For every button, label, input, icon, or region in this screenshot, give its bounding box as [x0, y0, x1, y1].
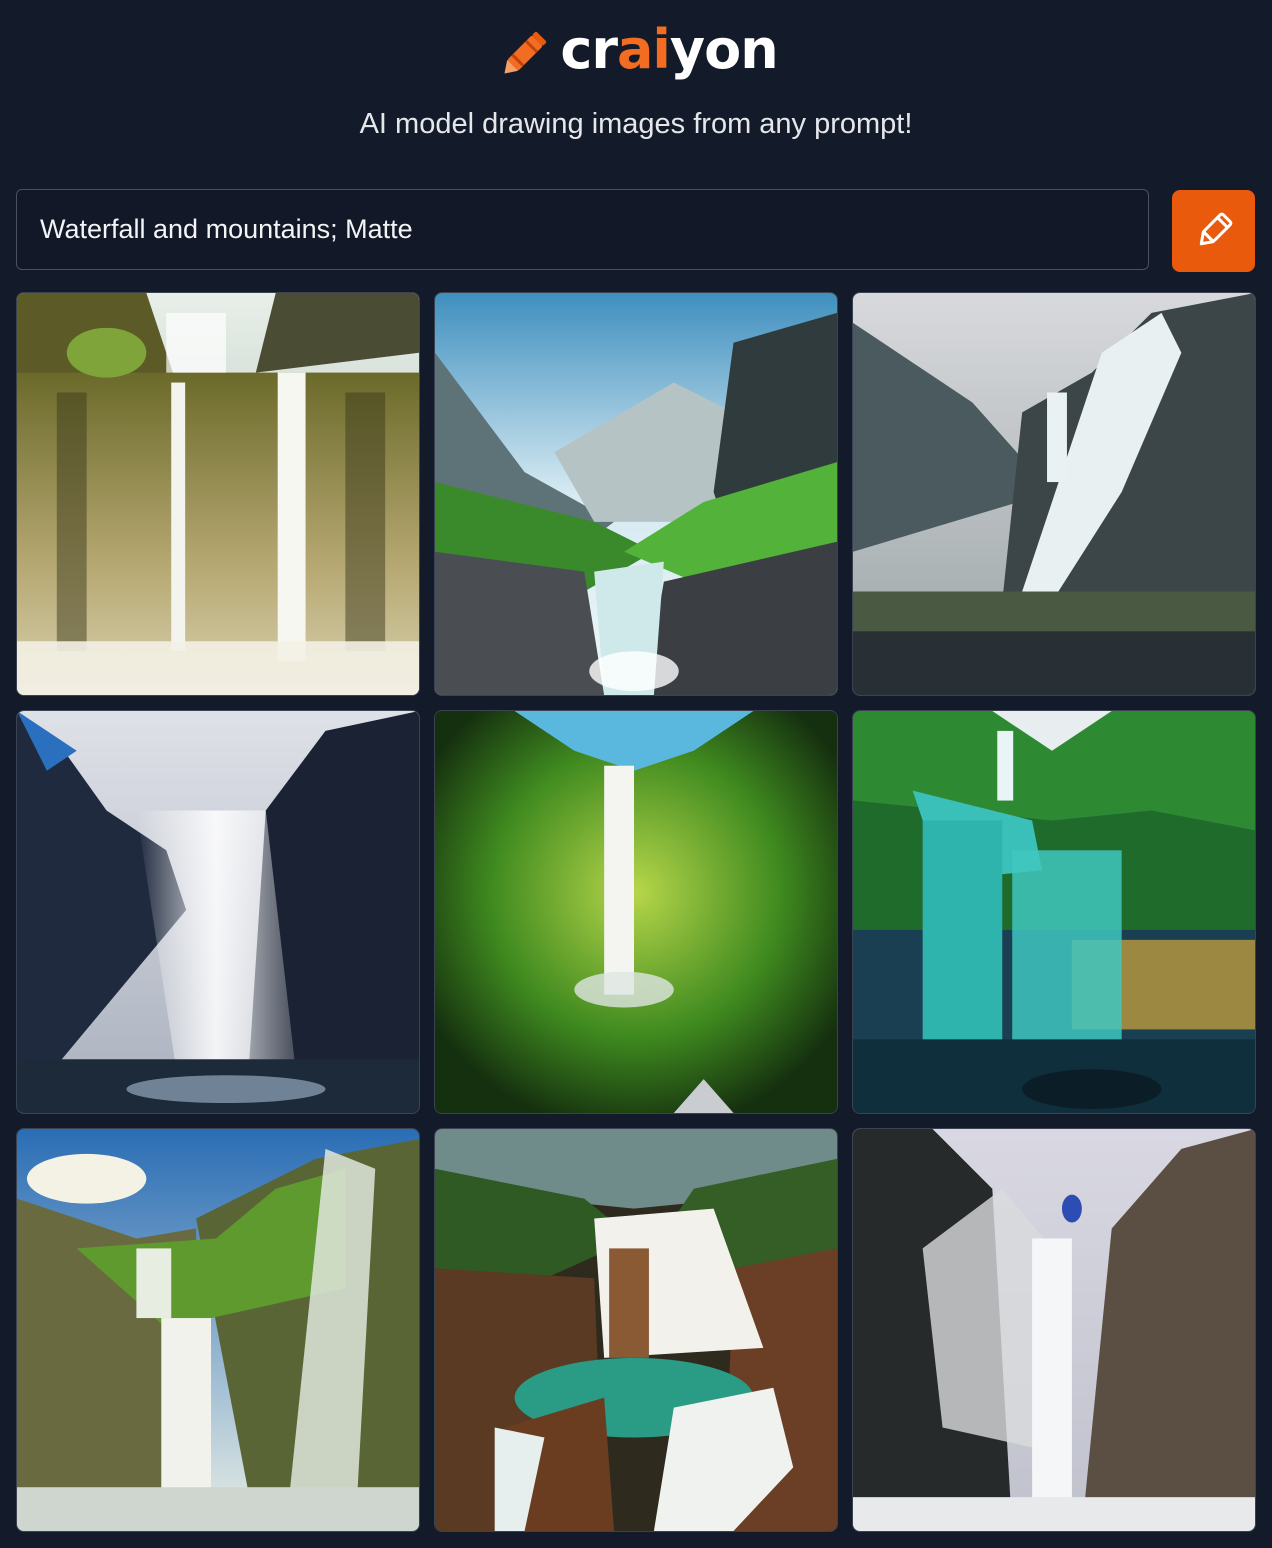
crayon-icon	[504, 31, 547, 74]
brand-name-part: cr	[560, 18, 618, 81]
generated-image[interactable]	[16, 292, 420, 696]
generated-image[interactable]	[434, 710, 838, 1114]
results-grid	[16, 292, 1256, 1534]
generated-image[interactable]	[16, 1128, 420, 1532]
generated-image[interactable]	[852, 710, 1256, 1114]
brand-logo-text: craiyon	[560, 23, 778, 77]
brand-header[interactable]: craiyon	[0, 18, 1272, 88]
brand-name-part: yon	[669, 18, 779, 81]
brand-name-part: ai	[616, 18, 671, 81]
generated-image[interactable]	[434, 292, 838, 696]
generated-image[interactable]	[852, 1128, 1256, 1532]
generated-image[interactable]	[434, 1128, 838, 1532]
pencil-icon	[1199, 212, 1232, 246]
generated-image[interactable]	[852, 292, 1256, 696]
draw-button[interactable]	[1172, 190, 1255, 272]
prompt-field[interactable]	[16, 189, 1149, 270]
page-subtitle: AI model drawing images from any prompt!	[359, 108, 913, 140]
generated-image[interactable]	[16, 710, 420, 1114]
prompt-input[interactable]	[38, 189, 1148, 270]
